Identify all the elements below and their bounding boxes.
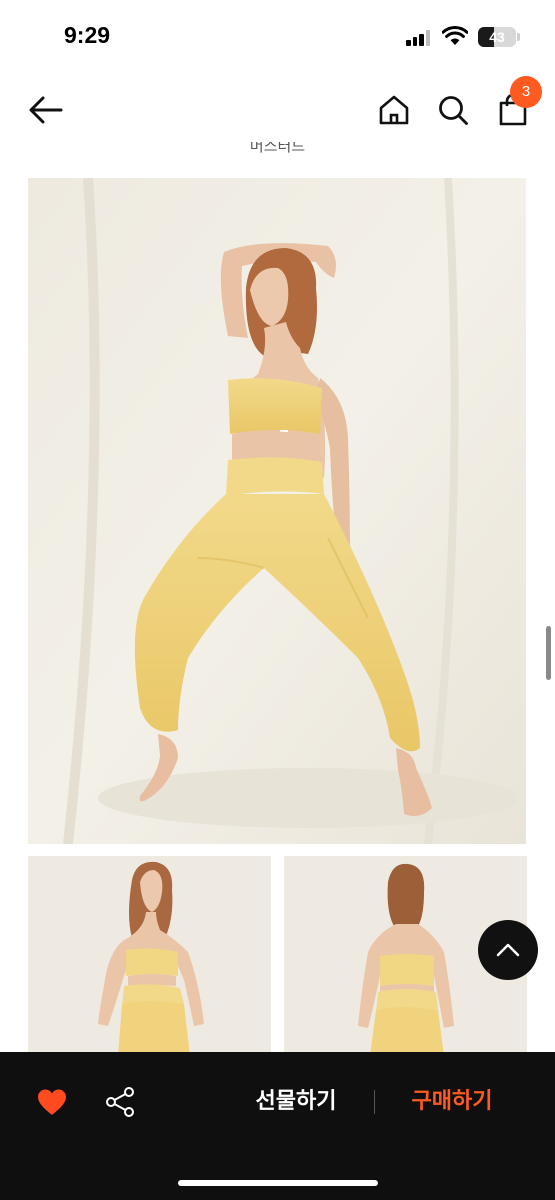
product-main-image[interactable] (28, 178, 526, 844)
battery-nub (517, 33, 520, 41)
button-divider (374, 1090, 375, 1114)
cart-badge: 3 (510, 76, 542, 108)
like-button[interactable] (34, 1084, 70, 1120)
model-front-photo (28, 856, 271, 1056)
wifi-icon (442, 26, 468, 45)
chevron-up-icon (496, 943, 520, 957)
back-button[interactable] (26, 90, 66, 130)
home-indicator[interactable] (178, 1180, 378, 1186)
share-icon (106, 1087, 134, 1117)
home-button[interactable] (374, 90, 414, 130)
product-caption-cut: 머스터드 (249, 142, 306, 155)
battery-level: 43 (489, 29, 505, 45)
bottom-action-bar: 선물하기 구매하기 (0, 1052, 555, 1200)
status-bar: 9:29 43 (0, 0, 555, 70)
arrow-left-icon (29, 96, 63, 124)
scrollbar[interactable] (546, 626, 551, 680)
battery-icon: 43 (478, 27, 516, 47)
product-thumbnail-front[interactable] (28, 856, 271, 1056)
scroll-to-top-button[interactable] (478, 920, 538, 980)
cellular-signal-icon (406, 30, 432, 46)
search-icon (439, 96, 468, 125)
buy-button[interactable]: 구매하기 (396, 1082, 508, 1122)
search-button[interactable] (433, 90, 473, 130)
gift-button[interactable]: 선물하기 (240, 1082, 352, 1122)
share-button[interactable] (102, 1084, 138, 1120)
home-icon (379, 95, 409, 125)
top-nav (0, 76, 555, 146)
model-photo (28, 178, 526, 844)
status-time: 9:29 (64, 22, 111, 48)
heart-icon (38, 1089, 66, 1115)
